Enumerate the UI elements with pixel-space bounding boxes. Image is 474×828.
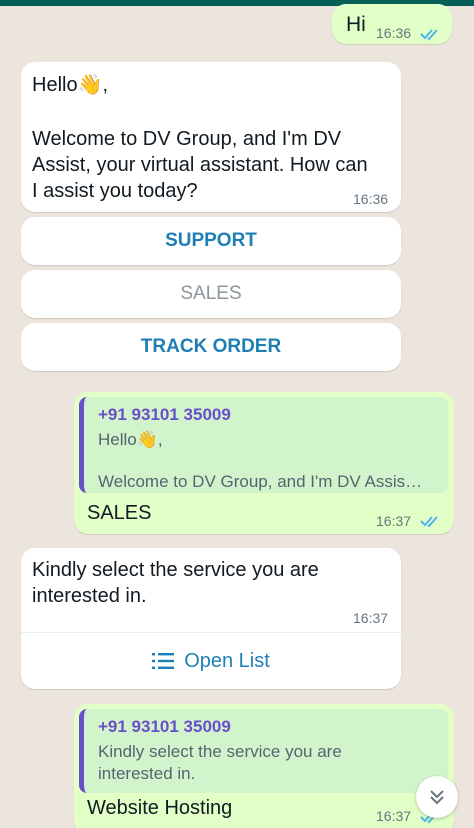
read-ticks-icon	[420, 29, 438, 41]
waving-hand-icon: 👋	[77, 74, 103, 96]
greeting-comma: ,	[102, 74, 109, 96]
double-chevron-down-icon	[430, 790, 444, 805]
quote-line-2: Welcome to DV Group, and I'm DV Assis…	[98, 472, 423, 491]
quote-line-2: interested in.	[98, 764, 196, 783]
quoted-message[interactable]: +91 93101 35009 Hello👋, Welcome to DV Gr…	[79, 397, 448, 493]
message-body-line-1: Kindly select the service you are	[32, 559, 319, 581]
quote-greeting-text: Hello	[98, 430, 137, 449]
quoted-message[interactable]: +91 93101 35009 Kindly select the servic…	[79, 709, 448, 793]
open-list-button[interactable]: Open List	[21, 632, 401, 689]
message-time: 16:36	[353, 191, 389, 207]
message-body-line-2: Assist, your virtual assistant. How can	[32, 154, 368, 176]
open-list-label: Open List	[184, 649, 270, 672]
waving-hand-icon: 👋	[136, 430, 158, 449]
message-text: Website Hosting	[87, 797, 233, 819]
scroll-to-bottom-button[interactable]	[416, 776, 458, 818]
message-time: 16:37	[376, 808, 412, 824]
track-order-button[interactable]: TRACK ORDER	[21, 323, 401, 371]
quote-line-1: Kindly select the service you are	[98, 742, 342, 761]
message-time: 16:37	[376, 513, 412, 529]
message-time: 16:36	[376, 25, 412, 41]
quote-sender: +91 93101 35009	[98, 717, 231, 736]
message-time: 16:37	[353, 610, 389, 626]
read-ticks-icon	[420, 516, 438, 528]
message-text: SALES	[87, 502, 152, 524]
message-body-line-3: I assist you today?	[32, 180, 198, 202]
greeting-text: Hello	[32, 74, 78, 96]
support-button[interactable]: SUPPORT	[21, 217, 401, 265]
sales-button[interactable]: SALES	[21, 270, 401, 318]
message-welcome[interactable]: Hello👋, Welcome to DV Group, and I'm DV …	[21, 62, 401, 212]
message-greeting-line: Hello👋,	[32, 72, 108, 98]
message-text: Hi	[346, 13, 366, 36]
message-body-line-2: interested in.	[32, 585, 147, 607]
quote-greeting-comma: ,	[157, 430, 163, 449]
message-website-reply[interactable]: +91 93101 35009 Kindly select the servic…	[74, 704, 454, 828]
message-body-line-1: Welcome to DV Group, and I'm DV	[32, 128, 342, 150]
quote-sender: +91 93101 35009	[98, 405, 231, 424]
list-icon	[152, 653, 175, 669]
message-sales-reply[interactable]: +91 93101 35009 Hello👋, Welcome to DV Gr…	[74, 392, 454, 534]
message-hi[interactable]: Hi 16:36	[332, 4, 452, 44]
quote-line-1: Hello👋,	[98, 430, 163, 450]
